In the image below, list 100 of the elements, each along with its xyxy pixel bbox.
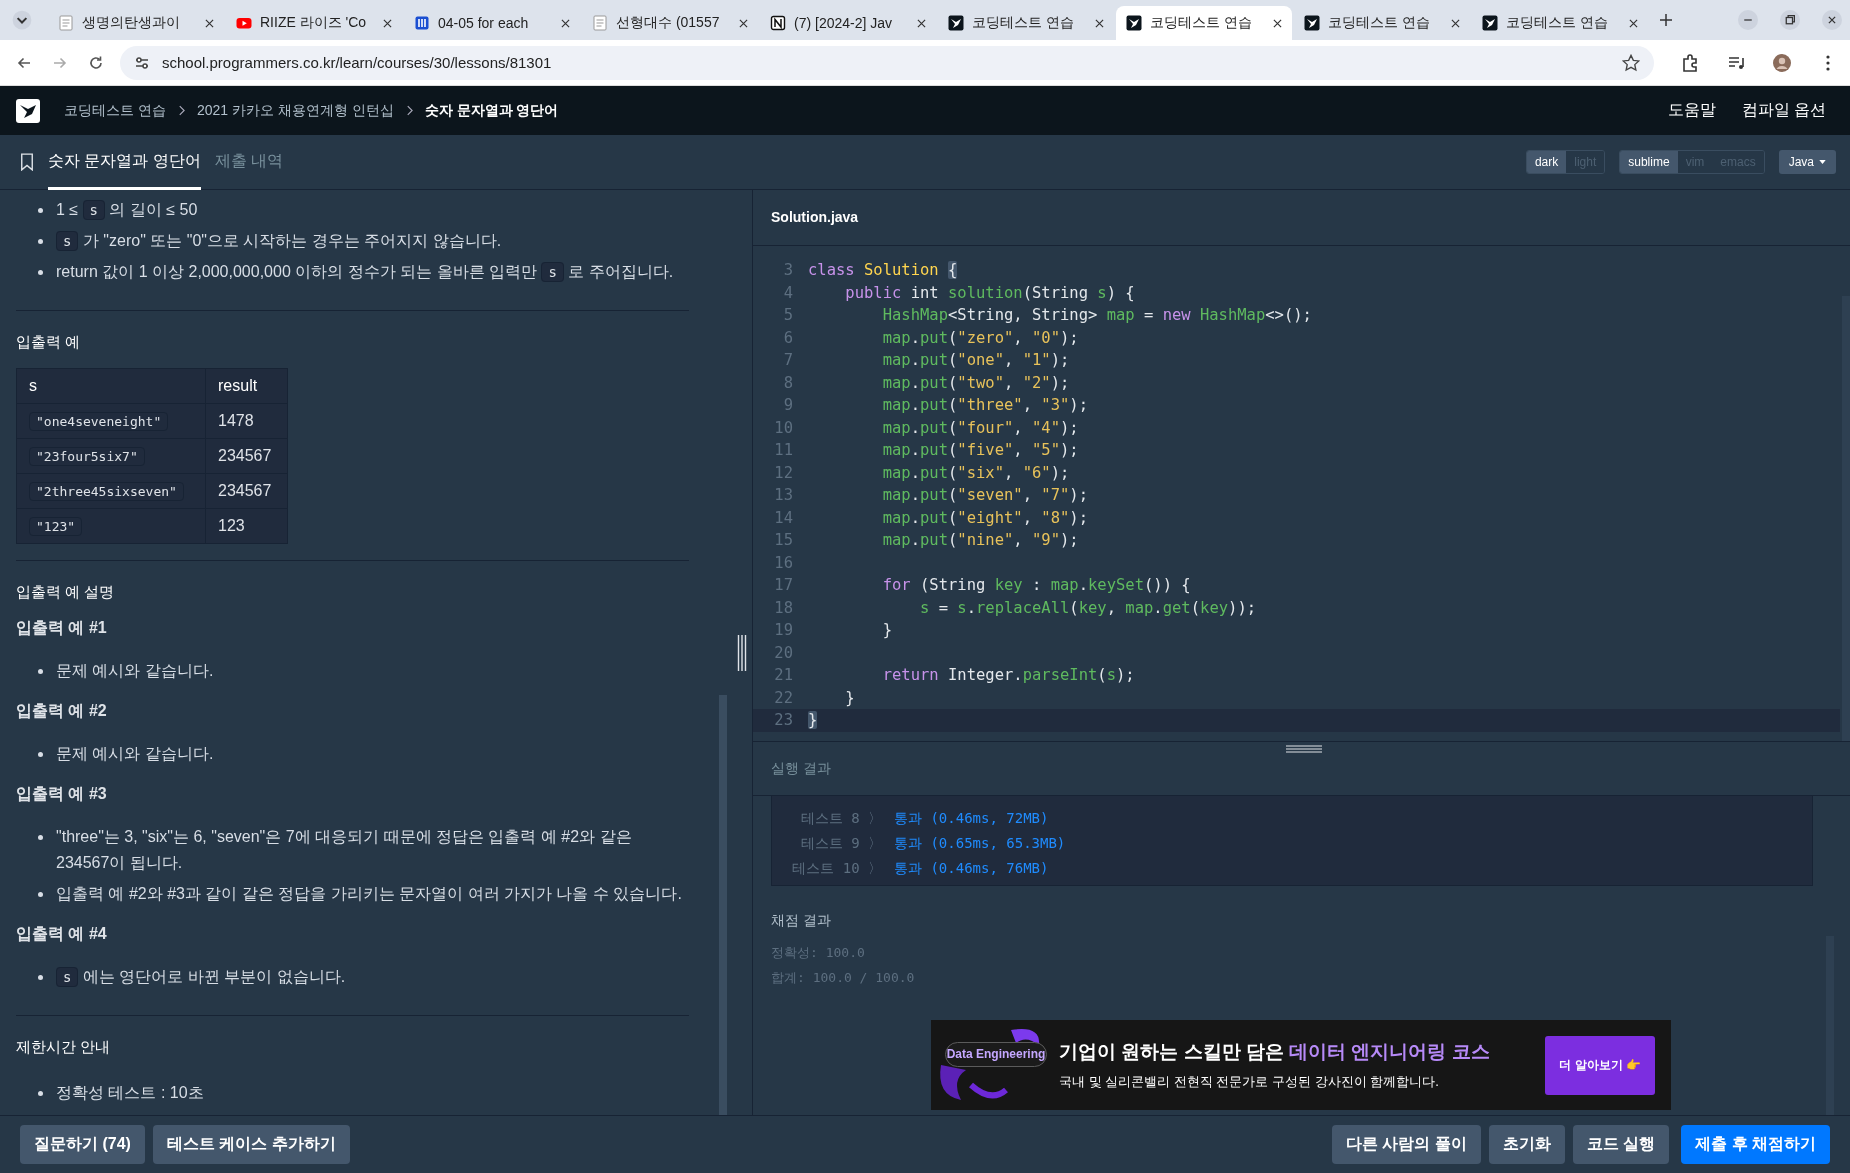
bird-icon [1482,15,1498,31]
close-icon[interactable] [1629,18,1638,28]
nav-link[interactable]: 도움말 [1667,100,1716,121]
code-line: for (String key : map.keySet()) { [881,575,1191,596]
scrollbar[interactable] [719,695,727,1115]
close-icon[interactable] [1451,18,1460,28]
close-icon[interactable] [1273,18,1282,28]
scrollbar[interactable] [1826,936,1834,1115]
browser-tab[interactable]: 04-05 for each [404,6,580,40]
resize-handle-icon[interactable] [1286,745,1322,753]
table-cell: 1478 [205,403,288,439]
close-icon[interactable] [383,18,392,28]
reload-icon[interactable] [88,54,104,71]
footer-button[interactable]: 다른 사람의 풀이 [1331,1125,1481,1164]
constraint-text: return 값이 1 이상 2,000,000,000 이하의 정수가 되는 올바른 입력만 s 로 주어집니다. [56,261,674,284]
line-number: 16 [773,552,794,574]
code-line: } [881,620,892,641]
browser-tab[interactable]: 생명의탄생과이 [48,6,224,40]
tab-title: 생명의탄생과이 [82,14,180,32]
code-line: map.put("three", "3"); [881,395,1088,416]
explanation-text: 입출력 예 #2와 #3과 같이 같은 정답을 가리키는 문자열이 여러 가지가 나올 수 있습니다. [56,884,682,904]
nav-link[interactable]: 컴파일 옵션 [1741,100,1826,121]
example-title: 입출력 예 #4 [16,924,108,944]
restore-icon[interactable] [1780,10,1800,30]
browser-tab[interactable]: 코딩테스트 연습 [1472,6,1648,40]
browser-tab[interactable]: 코딩테스트 연습 [1116,6,1292,40]
browser-tab[interactable]: 코딩테스트 연습 [938,6,1114,40]
line-number: 14 [773,507,794,529]
problem-tab[interactable]: 숫자 문자열과 영단어 [48,134,201,190]
table-cell: "23four5six7" [16,438,206,474]
close-icon[interactable] [205,18,214,28]
line-number: 4 [782,282,794,304]
explanation-text: "three"는 3, "six"는 6, "seven"은 7에 대응되기 때문에 정답은 입출력 예 #2와 같은 234567이 됩니다. [56,827,633,873]
footer-button[interactable]: 질문하기 (74) [20,1125,145,1164]
chevron-icon [405,105,413,116]
browser-tab[interactable]: 코딩테스트 연습 [1294,6,1470,40]
line-number: 5 [782,305,794,326]
tab-title: 코딩테스트 연습 [1328,14,1430,32]
close-icon[interactable] [561,18,570,28]
table-header: result [205,368,288,404]
line-number: 17 [773,575,794,596]
minimize-icon[interactable] [1738,10,1758,30]
explanation-text: 문제 예시와 같습니다. [56,661,214,681]
browser-tab[interactable]: RIIZE 라이즈 'Co [226,6,402,40]
line-number: 20 [773,642,794,664]
code-line: map.put("eight", "8"); [881,507,1088,529]
code-line: map.put("four", "4"); [881,417,1079,439]
line-number: 6 [782,327,794,349]
test-label: 테스트 10 〉 [791,859,882,878]
bullet-icon [38,270,43,275]
profile-icon[interactable] [1772,52,1792,73]
theme-toggle[interactable]: dark [1526,151,1567,173]
table-cell: 123 [205,508,288,544]
table-cell: 234567 [205,473,288,509]
bullet-icon [38,239,43,244]
example-title: 입출력 예 #1 [16,618,108,638]
language-dropdown[interactable]: Java [1778,150,1836,174]
puzzle-icon[interactable] [1680,52,1700,73]
browser-tab[interactable]: (7) [2024-2] Jav [760,6,936,40]
close-icon[interactable] [1822,10,1842,30]
code-line: map.put("five", "5"); [881,440,1079,461]
code-line: } [844,687,855,709]
new-tab-icon[interactable] [1660,14,1672,26]
ad-banner[interactable]: Data Engineering 기업이 원하는 스킬만 담은 데이터 엔지니어링 코스 국내 및 실리콘밸리 전현직 전문가로 구성된 강사진이 함께합니다. 더 알아보기 👉 [931,1020,1671,1110]
bird-icon [1126,15,1142,31]
time-limit-text: 정확성 테스트 : 10초 [56,1083,204,1103]
close-icon[interactable] [917,18,926,28]
footer-button[interactable]: 테스트 케이스 추가하기 [152,1125,350,1164]
footer-button[interactable]: 제출 후 채점하기 [1681,1125,1830,1164]
keymap-toggle[interactable]: sublime [1620,151,1678,173]
breadcrumb-link[interactable]: 코딩테스트 연습 [64,101,166,120]
section-title: 입출력 예 설명 [16,583,116,602]
problem-tab[interactable]: 제출 내역 [214,134,284,190]
code-line: map.put("zero", "0"); [881,327,1079,349]
close-icon[interactable] [739,18,748,28]
table-cell: "one4seveneight" [16,403,206,439]
tab-title: (7) [2024-2] Jav [794,15,893,31]
tab-list-icon[interactable] [12,10,32,30]
footer-button[interactable]: 초기화 [1488,1125,1565,1164]
table-header: s [16,368,206,404]
site-settings-icon[interactable] [134,54,150,71]
scrollbar[interactable] [1842,296,1850,741]
bookmark-star-icon[interactable] [1622,53,1640,72]
code-line: s = s.replaceAll(key, map.get(key)); [918,597,1257,619]
example-title: 입출력 예 #2 [16,701,108,721]
code-line: public int solution(String s) { [844,282,1135,304]
breadcrumb-link[interactable]: 2021 카카오 채용연계형 인턴십 [196,101,394,120]
learn-more-button[interactable]: 더 알아보기 👉 [1545,1035,1655,1095]
close-icon[interactable] [1095,18,1104,28]
code-line: map.put("two", "2"); [881,372,1070,394]
play-icon [236,15,252,31]
document-icon [592,15,608,31]
splitter-handle-icon[interactable] [737,635,747,671]
notion-icon [770,15,786,31]
logo-icon[interactable] [16,98,40,123]
line-number: 21 [773,665,794,686]
bookmark-icon[interactable] [20,153,34,171]
browser-tab[interactable]: 선형대수 (01557 [582,6,758,40]
footer-button[interactable]: 코드 실행 [1572,1125,1670,1164]
address-field[interactable]: school.programmers.co.kr/learn/courses/30/lessons/81301 [120,45,1654,80]
